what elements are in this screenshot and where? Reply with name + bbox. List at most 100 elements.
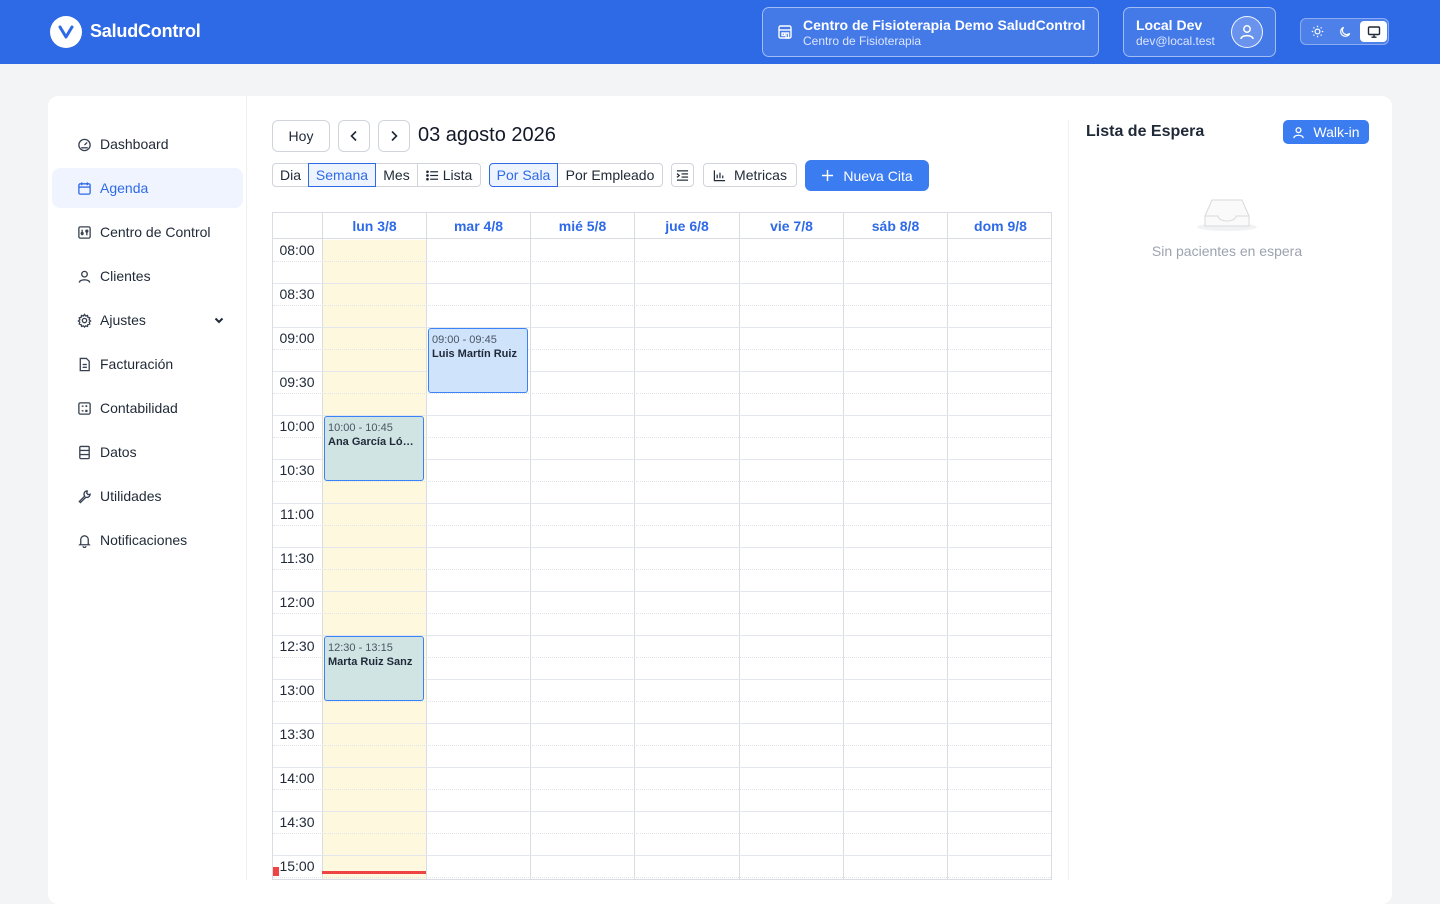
top-bar: SaludControl Centro de Fisioterapia Demo… <box>0 0 1440 64</box>
chevron-down-icon[interactable] <box>213 314 225 326</box>
time-label: 08:00 <box>279 242 315 258</box>
sidebar-item-agenda[interactable]: Agenda <box>52 168 243 208</box>
sidebar-item-centro-de-control[interactable]: Centro de Control <box>52 212 243 252</box>
time-label: 12:30 <box>279 638 315 654</box>
slot-line <box>273 613 1051 614</box>
sidebar-item-facturacion[interactable]: Facturación <box>52 344 243 384</box>
day-header[interactable]: dom 9/8 <box>947 213 1051 239</box>
appointment-event[interactable]: 09:00 - 09:45 Luis Martín Ruiz <box>428 328 528 393</box>
slot-line <box>273 833 1051 834</box>
view-week-tab[interactable]: Semana <box>308 163 376 187</box>
organization-name: Centro de Fisioterapia Demo SaludControl <box>803 17 1086 33</box>
theme-light-button[interactable] <box>1304 21 1331 42</box>
user-icon <box>1293 126 1305 138</box>
time-label: 10:30 <box>279 462 315 478</box>
sun-icon <box>1311 25 1324 38</box>
slot-line <box>273 789 1051 790</box>
day-header[interactable]: lun 3/8 <box>322 213 426 239</box>
metrics-label: Metricas <box>734 167 787 183</box>
gear-icon <box>76 312 92 328</box>
bar-chart-icon <box>713 169 726 181</box>
week-calendar: lun 3/8 mar 4/8 mié 5/8 jue 6/8 vie 7/8 sáb 8… <box>272 212 1052 880</box>
organization-type: Centro de Fisioterapia <box>803 34 922 48</box>
sidebar-item-label: Centro de Control <box>100 224 211 240</box>
moon-icon <box>1340 26 1351 37</box>
next-button[interactable] <box>378 120 410 152</box>
metrics-button[interactable]: Metricas <box>703 163 797 187</box>
appointment-event[interactable]: 12:30 - 13:15 Marta Ruiz Sanz <box>324 636 424 701</box>
slot-line <box>273 701 1051 702</box>
day-header[interactable]: jue 6/8 <box>634 213 739 239</box>
theme-switcher <box>1300 18 1389 45</box>
theme-system-button[interactable] <box>1360 21 1387 42</box>
waitlist-title: Lista de Espera <box>1086 123 1205 140</box>
slot-line <box>273 591 1051 592</box>
calendar-icon <box>76 180 92 196</box>
column-divider <box>530 239 531 879</box>
time-label: 08:30 <box>279 286 315 302</box>
view-month-tab[interactable]: Mes <box>375 163 418 187</box>
database-icon <box>76 444 92 460</box>
gauge-icon <box>76 136 92 152</box>
theme-dark-button[interactable] <box>1332 21 1359 42</box>
sidebar-item-label: Agenda <box>100 180 149 196</box>
view-list-label: Lista <box>442 167 473 183</box>
brand-name: SaludControl <box>90 21 201 41</box>
sidebar-item-label: Ajustes <box>100 312 146 328</box>
view-list-tab[interactable]: Lista <box>417 163 481 187</box>
day-header[interactable]: mar 4/8 <box>426 213 530 239</box>
new-appointment-button[interactable]: Nueva Cita <box>805 160 929 191</box>
date-title: 03 agosto 2026 <box>418 124 556 146</box>
column-divider <box>947 239 948 879</box>
sidebar-item-contabilidad[interactable]: Contabilidad <box>52 388 243 428</box>
group-by-employee-tab[interactable]: Por Empleado <box>557 163 663 187</box>
sidebar-item-label: Datos <box>100 444 137 460</box>
view-day-tab[interactable]: Dia <box>272 163 309 187</box>
day-header[interactable]: mié 5/8 <box>530 213 634 239</box>
day-header[interactable]: vie 7/8 <box>739 213 843 239</box>
sidebar-item-dashboard[interactable]: Dashboard <box>52 124 243 164</box>
organization-selector[interactable]: Centro de Fisioterapia Demo SaludControl… <box>762 7 1099 57</box>
time-label: 09:30 <box>279 374 315 390</box>
user-email: dev@local.test <box>1136 34 1215 48</box>
prev-button[interactable] <box>338 120 370 152</box>
user-icon <box>76 268 92 284</box>
walk-in-button[interactable]: Walk-in <box>1283 120 1369 144</box>
inbox-icon <box>1196 190 1258 234</box>
calculator-icon <box>76 400 92 416</box>
day-header[interactable]: sáb 8/8 <box>843 213 947 239</box>
current-time-marker <box>273 867 279 876</box>
collapse-button[interactable] <box>671 163 694 187</box>
appointment-patient: Ana García López <box>328 436 420 448</box>
group-by-room-tab[interactable]: Por Sala <box>489 163 558 187</box>
user-icon <box>1240 25 1254 40</box>
time-label: 09:00 <box>279 330 315 346</box>
appointment-patient: Luis Martín Ruiz <box>432 348 517 360</box>
time-label: 13:00 <box>279 682 315 698</box>
sliders-icon <box>76 224 92 240</box>
new-appointment-label: Nueva Cita <box>843 167 913 184</box>
avatar[interactable] <box>1231 16 1263 48</box>
today-button[interactable]: Hoy <box>272 120 330 152</box>
monitor-icon <box>1367 25 1380 38</box>
time-label: 10:00 <box>279 418 315 434</box>
calendar-header: lun 3/8 mar 4/8 mié 5/8 jue 6/8 vie 7/8 sáb 8… <box>273 213 1051 239</box>
user-name: Local Dev <box>1136 17 1203 33</box>
slot-line <box>273 503 1051 504</box>
user-menu[interactable]: Local Dev dev@local.test <box>1123 7 1276 57</box>
appointment-event[interactable]: 10:00 - 10:45 Ana García López <box>324 416 424 481</box>
sidebar-item-label: Notificaciones <box>100 532 188 548</box>
sidebar-item-datos[interactable]: Datos <box>52 432 243 472</box>
sidebar-item-utilidades[interactable]: Utilidades <box>52 476 243 516</box>
appointment-time: 09:00 - 09:45 <box>432 334 497 346</box>
logo-icon <box>50 16 82 48</box>
sidebar-item-ajustes[interactable]: Ajustes <box>52 300 243 340</box>
wrench-icon <box>76 488 92 504</box>
sidebar-item-notificaciones[interactable]: Notificaciones <box>52 520 243 560</box>
chevron-left-icon <box>350 130 357 142</box>
waitlist-empty-text: Sin pacientes en espera <box>1151 243 1303 259</box>
sidebar-item-clientes[interactable]: Clientes <box>52 256 243 296</box>
slot-line <box>273 811 1051 812</box>
appointment-patient: Marta Ruiz Sanz <box>328 656 413 668</box>
waitlist-panel: Lista de Espera Walk-in Sin pacientes en… <box>1068 120 1392 880</box>
